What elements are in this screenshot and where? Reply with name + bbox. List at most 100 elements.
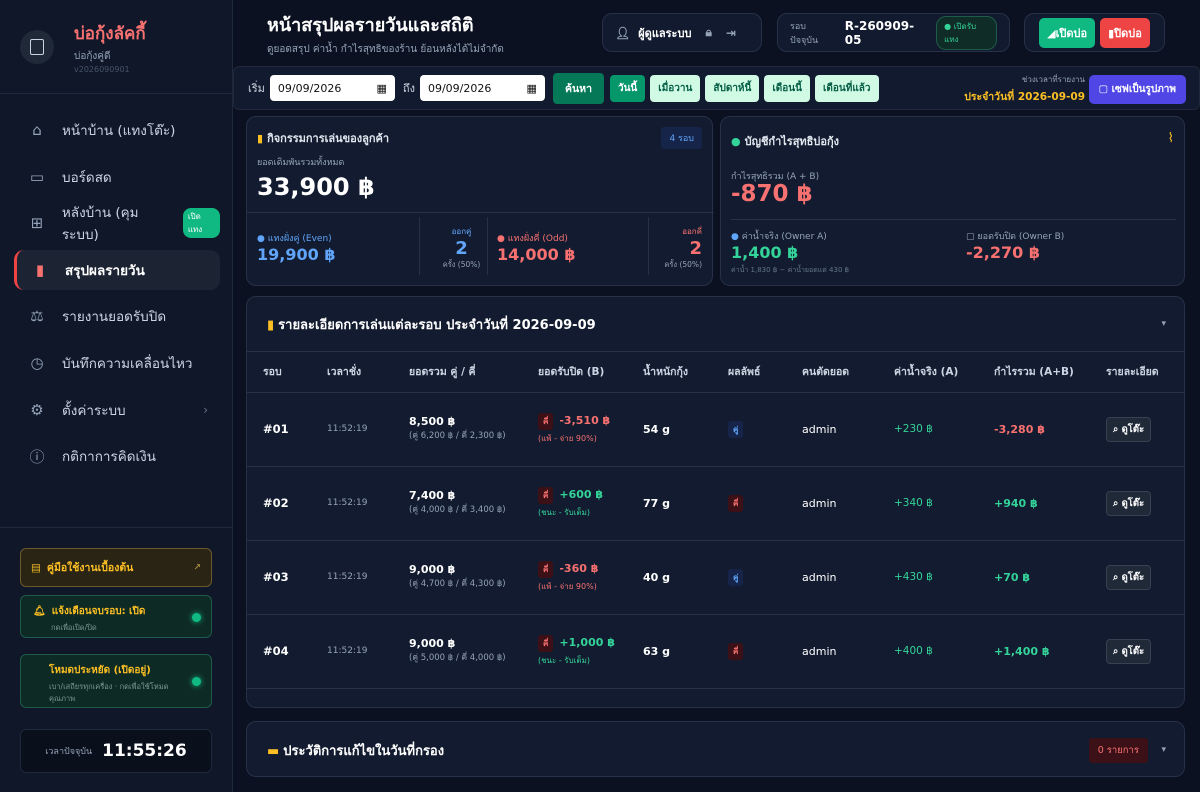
result-tag: คู่ xyxy=(728,420,744,438)
open-pond-button[interactable]: ◢เปิดบ่อ xyxy=(1039,17,1096,48)
sidebar-item-close-report[interactable]: ⚖ รายงานยอดรับปิด xyxy=(14,296,220,336)
row-detail-cell: ⌕ ดูโต๊ะ xyxy=(1090,392,1184,467)
row-profit: +1,400 ฿ xyxy=(978,614,1090,689)
box-icon: ▢ xyxy=(966,232,975,242)
total-value: 33,900 ฿ xyxy=(257,173,375,201)
detail-title: ▮ รายละเอียดการเล่นแต่ละรอบ ประจำวันที่ 2… xyxy=(267,314,596,335)
chevron-down-icon[interactable]: ▾ xyxy=(1161,319,1166,329)
even-out-value: 2 xyxy=(455,238,468,259)
odd-label: ● แทงฝั่งคี่ (Odd) xyxy=(497,234,568,244)
sidebar-item-activity-log[interactable]: ◷ บันทึกความเคลื่อนไหว xyxy=(14,343,220,383)
notify-toggle[interactable]: 🔔︎ แจ้งเตือนจบรอบ: เปิด กดเพื่อเปิด/ปิด xyxy=(20,595,212,638)
menu-toggle-icon[interactable] xyxy=(20,29,54,64)
table-header-row: รอบ เวลาชั่ง ยอดรวม คู่ / คี่ ยอดรับปิด … xyxy=(247,352,1184,393)
row-water: +340 ฿ xyxy=(878,466,978,541)
row-payout-cell: คี่ -360 ฿ (แพ้ - จ่าย 90%) xyxy=(522,540,627,615)
sidebar-item-label: บอร์ดสด xyxy=(62,169,112,186)
close-pond-button[interactable]: ▮ปิดบ่อ xyxy=(1100,17,1150,48)
col-weight: น้ำหนักกุ้ง xyxy=(627,352,712,393)
row-payout-note: (แพ้ - จ่าย 90%) xyxy=(538,582,597,591)
row-cutter: admin xyxy=(786,614,878,689)
divider xyxy=(247,212,714,213)
detail-title-text: รายละเอียดการเล่นแต่ละรอบ ประจำวันที่ 20… xyxy=(278,317,596,333)
sidebar-item-settings[interactable]: ⚙ ตั้งค่าระบบ › xyxy=(14,390,220,430)
row-profit: +940 ฿ xyxy=(978,466,1090,541)
search-icon: ⌕ xyxy=(1113,423,1119,435)
row-detail-cell: ⌕ ดูโต๊ะ xyxy=(1090,614,1184,689)
view-table-button[interactable]: ⌕ ดูโต๊ะ xyxy=(1106,638,1152,664)
saver-title: โหมดประหยัด (เปิดอยู่) xyxy=(49,665,151,676)
col-total: ยอดรวม คู่ / คี่ xyxy=(393,352,522,393)
sidebar-item-backoffice[interactable]: ⊞ หลังบ้าน (คุมระบบ) เปิดแทง xyxy=(14,203,220,243)
row-total-cell: 9,000 ฿ (คู่ 5,000 ฿ / คี่ 4,000 ฿) xyxy=(393,614,522,689)
page-subtitle: ดูยอดสรุป ค่าน้ำ กำไรสุทธิของร้าน ย้อนหล… xyxy=(267,43,504,55)
book-icon: ▤ xyxy=(31,561,41,574)
row-id: #03 xyxy=(247,540,311,615)
chip-last-month[interactable]: เดือนที่แล้ว xyxy=(814,74,879,102)
view-table-button[interactable]: ⌕ ดูโต๊ะ xyxy=(1106,564,1152,590)
side-tag: คี่ xyxy=(538,487,554,504)
end-label: ถึง xyxy=(402,82,415,95)
odd-out: ออกคี่ 2 ครั้ง (50%) xyxy=(648,217,708,275)
chip-this-week[interactable]: สัปดาห์นี้ xyxy=(705,74,760,102)
table-row: #03 11:52:19 9,000 ฿ (คู่ 4,700 ฿ / คี่ 4… xyxy=(247,540,1184,615)
round-label: รอบปัจจุบัน xyxy=(790,21,819,46)
detail-table: รอบ เวลาชั่ง ยอดรวม คู่ / คี่ ยอดรับปิด … xyxy=(247,352,1184,689)
lock-icon[interactable]: 🔒︎ xyxy=(705,25,711,40)
sidebar-item-rules[interactable]: ⓘ กติกาการคิดเงิน xyxy=(14,436,220,476)
main-content: หน้าสรุปผลรายวันและสถิติ ดูยอดสรุป ค่าน้… xyxy=(233,0,1200,792)
sidebar-item-live-board[interactable]: ▭ บอร์ดสด xyxy=(14,157,220,197)
history-section[interactable]: ▬ ประวัติการแก้ไขในวันที่กรอง 0 รายการ ▾ xyxy=(246,721,1185,777)
logout-icon[interactable]: ⇥ xyxy=(726,26,736,40)
view-table-button[interactable]: ⌕ ดูโต๊ะ xyxy=(1106,416,1152,442)
brand: บ่อกุ้งลัคกี้ บ่อกุ้งคู่ดี v2026090901 xyxy=(0,0,232,94)
row-cutter: admin xyxy=(786,540,878,615)
row-result-cell: คู่ xyxy=(712,392,786,467)
chip-yesterday[interactable]: เมื่อวาน xyxy=(650,74,701,102)
row-cutter: admin xyxy=(786,392,878,467)
row-weight: 63 g xyxy=(627,614,712,689)
chip-this-month[interactable]: เดือนนี้ xyxy=(764,74,810,102)
rounds-badge: 4 รอบ xyxy=(661,127,702,149)
saver-mode-toggle[interactable]: โหมดประหยัด (เปิดอยู่) เบา/เสถียรทุกเครื… xyxy=(20,654,212,708)
brand-version: v2026090901 xyxy=(74,64,130,74)
sidebar: บ่อกุ้งลัคกี้ บ่อกุ้งคู่ดี v2026090901 ⌂… xyxy=(0,0,233,792)
row-detail-cell: ⌕ ดูโต๊ะ xyxy=(1090,466,1184,541)
start-date-input[interactable]: 09/09/2026 ▦ xyxy=(269,75,395,101)
row-split: (คู่ 4,700 ฿ / คี่ 4,300 ฿) xyxy=(409,579,506,589)
sidebar-divider xyxy=(0,527,233,528)
chevron-down-icon[interactable]: ▾ xyxy=(1161,745,1166,755)
row-total-cell: 7,400 ฿ (คู่ 4,000 ฿ / คี่ 3,400 ฿) xyxy=(393,466,522,541)
row-id: #04 xyxy=(247,614,311,689)
sidebar-item-daily-summary[interactable]: ▮ สรุปผลรายวัน xyxy=(14,249,220,290)
status-dot xyxy=(192,612,201,622)
end-date-input[interactable]: 09/09/2026 ▦ xyxy=(419,75,545,101)
row-result-cell: คู่ xyxy=(712,540,786,615)
row-profit: +70 ฿ xyxy=(978,540,1090,615)
odd-out-pct: ครั้ง (50%) xyxy=(664,260,702,269)
result-tag: คี่ xyxy=(728,494,744,512)
home-icon: ⌂ xyxy=(32,121,42,139)
detail-header[interactable]: ▮ รายละเอียดการเล่นแต่ละรอบ ประจำวันที่ 2… xyxy=(247,297,1184,352)
row-total-cell: 9,000 ฿ (คู่ 4,700 ฿ / คี่ 4,300 ฿) xyxy=(393,540,522,615)
history-header[interactable]: ▬ ประวัติการแก้ไขในวันที่กรอง 0 รายการ ▾ xyxy=(247,722,1184,776)
profit-title: ● บัญชีกำไรสุทธิบ่อกุ้ง xyxy=(731,132,839,150)
odd-label-text: แทงฝั่งคี่ (Odd) xyxy=(507,234,568,244)
bar-chart-icon: ▮ xyxy=(257,132,264,145)
save-image-button[interactable]: ▢ เซฟเป็นรูปภาพ xyxy=(1088,75,1186,104)
pond-controls: ◢เปิดบ่อ ▮ปิดบ่อ xyxy=(1024,13,1165,52)
search-button[interactable]: ค้นหา xyxy=(552,72,604,104)
row-total: 8,500 ฿ xyxy=(409,415,456,428)
sidebar-item-label: รายงานยอดรับปิด xyxy=(62,309,167,326)
view-table-button[interactable]: ⌕ ดูโต๊ะ xyxy=(1106,490,1152,516)
total-label: ยอดเดิมพันรวมทั้งหมด xyxy=(257,158,345,168)
row-total: 9,000 ฿ xyxy=(409,637,456,650)
chip-today[interactable]: วันนี้ xyxy=(609,74,646,102)
water-label-text: ค่าน้ำจริง (Owner A) xyxy=(741,232,827,242)
brand-title: บ่อกุ้งลัคกี้ xyxy=(74,23,146,44)
row-payout-cell: คี่ +1,000 ฿ (ชนะ - รับเต็ม) xyxy=(522,614,627,689)
water-value: 1,400 ฿ xyxy=(731,243,799,262)
sidebar-item-front[interactable]: ⌂ หน้าบ้าน (แทงโต๊ะ) xyxy=(14,110,220,150)
guide-button[interactable]: ▤ คู่มือใช้งานเบื้องต้น ↗ xyxy=(20,548,212,587)
close-label-text: ยอดรับปิด (Owner B) xyxy=(977,232,1065,242)
